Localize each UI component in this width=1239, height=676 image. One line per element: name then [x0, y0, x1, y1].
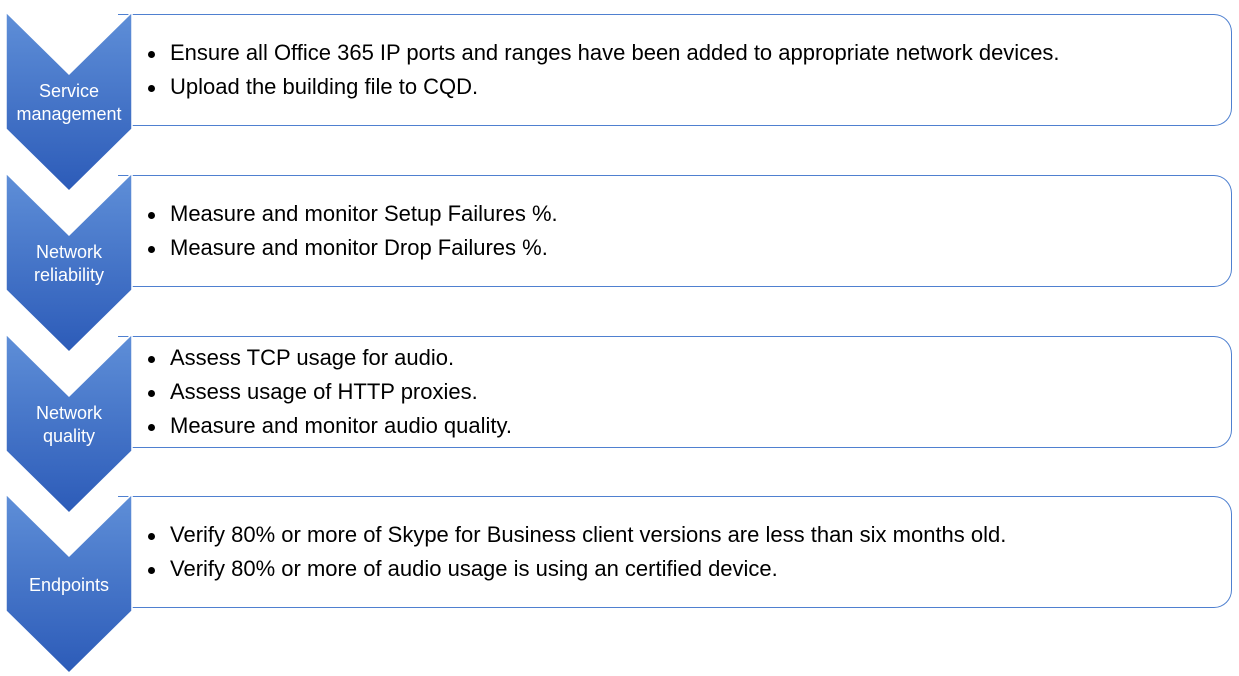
step-panel-endpoints: Verify 80% or more of Skype for Business… [118, 496, 1232, 608]
step-label: Endpoints [28, 574, 110, 595]
bullet-item: Assess usage of HTTP proxies. [147, 375, 512, 409]
chevron-service-management: Service management [5, 10, 133, 193]
bullet-item: Upload the building file to CQD. [148, 70, 1060, 104]
chevron-endpoints: Endpoints [5, 492, 133, 675]
process-diagram: Ensure all Office 365 IP ports and range… [0, 0, 1239, 676]
step-panel-network-quality: Assess TCP usage for audio. Assess usage… [118, 336, 1232, 448]
step-label: Service management [16, 81, 122, 124]
step-label: Network quality [35, 403, 102, 446]
bullet-list: Assess TCP usage for audio. Assess usage… [118, 341, 512, 443]
bullet-item: Measure and monitor Drop Failures %. [148, 231, 558, 265]
step-panel-network-reliability: Measure and monitor Setup Failures %. Me… [118, 175, 1232, 287]
step-label: Network reliability [33, 242, 105, 285]
chevron-network-quality: Network quality [5, 332, 133, 515]
bullet-item: Measure and monitor audio quality. [147, 409, 512, 443]
bullet-item: Measure and monitor Setup Failures %. [148, 197, 558, 231]
step-panel-service-management: Ensure all Office 365 IP ports and range… [118, 14, 1232, 126]
bullet-item: Assess TCP usage for audio. [147, 341, 512, 375]
bullet-item: Verify 80% or more of audio usage is usi… [147, 552, 1006, 586]
bullet-list: Measure and monitor Setup Failures %. Me… [118, 197, 558, 265]
bullet-item: Ensure all Office 365 IP ports and range… [148, 36, 1060, 70]
chevron-network-reliability: Network reliability [5, 171, 133, 354]
bullet-list: Ensure all Office 365 IP ports and range… [118, 36, 1060, 104]
bullet-item: Verify 80% or more of Skype for Business… [147, 518, 1006, 552]
bullet-list: Verify 80% or more of Skype for Business… [118, 518, 1006, 586]
